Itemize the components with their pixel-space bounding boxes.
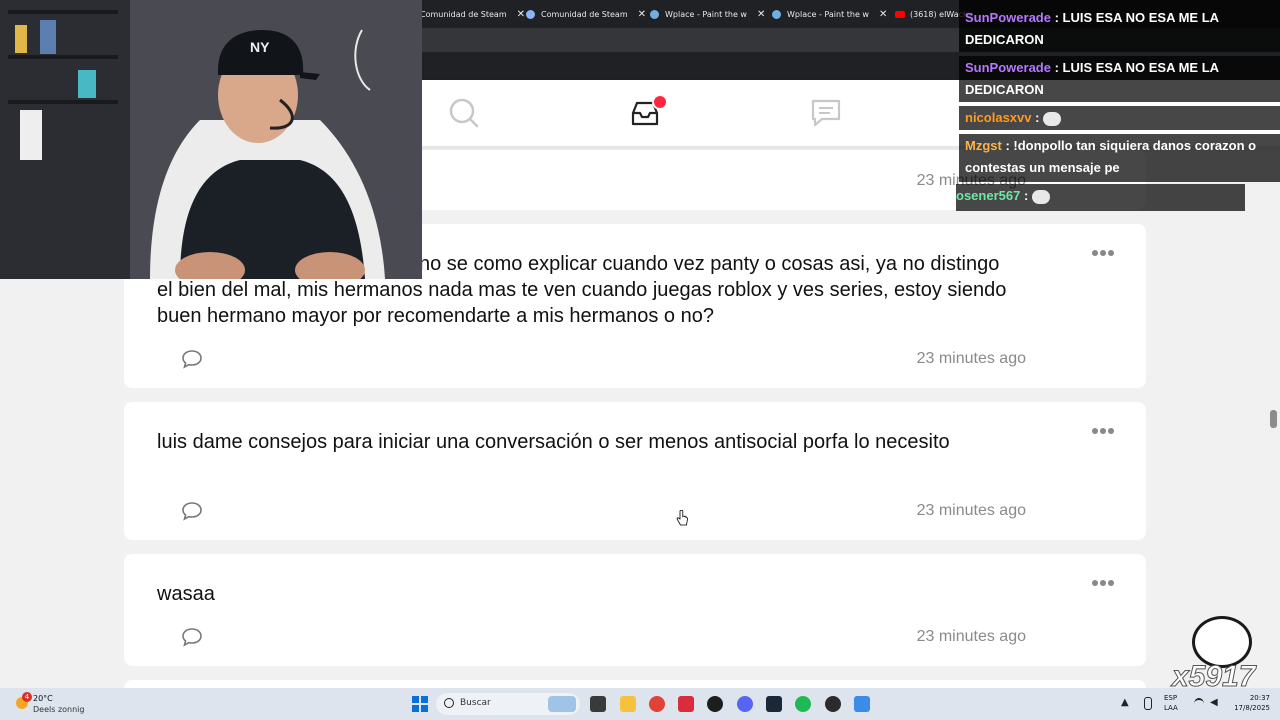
chat-message: osener567 : [950, 185, 1236, 207]
streak-counter-overlay: x5917 [1170, 612, 1280, 694]
question-text: wasaa [157, 583, 215, 605]
globe-icon [772, 9, 781, 19]
webcam-feed-illustration: NY [0, 0, 422, 279]
close-icon[interactable]: ✕ [517, 9, 525, 20]
keyboard-layout: LAA [1164, 704, 1178, 712]
xbox-icon[interactable] [707, 696, 723, 712]
stream-chat-overlay: SunPowerade : LUIS ESA NO ESA ME LA DEDI… [956, 0, 1280, 214]
chrome-icon[interactable] [649, 696, 665, 712]
microphone-icon[interactable] [1144, 697, 1152, 710]
chat-message: Mzgst : !donpollo tan siquiera danos cor… [965, 138, 1257, 175]
chat-text: !donpollo tan siquiera danos corazon o c… [965, 138, 1257, 175]
taskbar: 4 20°C Deels zonnig Buscar ▲ ESP LAA ◀ 2… [0, 688, 1280, 720]
browser-tab-label: Wplace - Paint the w [787, 9, 869, 19]
comment-icon[interactable] [181, 501, 203, 521]
weather-badge: 4 [22, 692, 32, 702]
clock[interactable]: 20:37 17/8/2025 [1228, 693, 1270, 713]
obs-icon[interactable] [825, 696, 841, 712]
chat-username: osener567 [956, 188, 1021, 203]
taskbar-search[interactable]: Buscar [436, 693, 580, 715]
start-icon[interactable] [412, 696, 428, 712]
youtube-icon [895, 10, 905, 18]
browser-tab[interactable]: Comunidad de Steam ✕ [526, 4, 646, 24]
clock-date: 17/8/2025 [1234, 704, 1270, 712]
clock-time: 20:37 [1249, 694, 1270, 702]
question-text: luis dame consejos para iniciar una conv… [157, 431, 950, 453]
question-card: wasaa 23 minutes ago [124, 554, 1146, 666]
chat-username: SunPowerade [965, 60, 1051, 75]
steam-icon [526, 9, 535, 19]
notepad-icon[interactable] [854, 696, 870, 712]
chat-icon[interactable] [810, 97, 842, 129]
timestamp: 23 minutes ago [916, 628, 1026, 645]
language-indicator[interactable]: ESP LAA [1164, 693, 1178, 713]
app-icon[interactable] [678, 696, 694, 712]
task-view-icon[interactable] [590, 696, 606, 712]
chat-username: SunPowerade [965, 10, 1051, 25]
search-icon[interactable] [448, 97, 480, 129]
spotify-icon[interactable] [795, 696, 811, 712]
chat-username: nicolasxvv [965, 110, 1032, 125]
browser-tab[interactable]: Wplace - Paint the w ✕ [650, 4, 765, 24]
browser-tab[interactable]: Wplace - Paint the w ✕ [772, 4, 887, 24]
browser-tab-label: Comunidad de Steam [420, 9, 507, 19]
timestamp: 23 minutes ago [916, 350, 1026, 367]
file-explorer-icon[interactable] [620, 696, 636, 712]
discord-icon[interactable] [737, 696, 753, 712]
webcam-overlay: NY [0, 0, 422, 279]
wifi-icon[interactable] [1194, 698, 1204, 710]
weather-temp: 20°C [33, 694, 53, 703]
steam-icon[interactable] [766, 696, 782, 712]
browser-tab-label: Wplace - Paint the w [665, 9, 747, 19]
chat-message: SunPowerade : LUIS ESA NO ESA ME LA DEDI… [965, 10, 1219, 47]
chat-username: Mzgst [965, 138, 1002, 153]
chevron-up-icon[interactable]: ▲ [1121, 697, 1129, 708]
hand-cursor-icon [676, 510, 688, 526]
scrollbar-thumb[interactable] [1270, 410, 1277, 428]
weather-widget[interactable]: 4 20°C Deels zonnig [12, 692, 102, 716]
emote-icon [1043, 111, 1062, 126]
volume-icon[interactable]: ◀ [1210, 697, 1218, 708]
close-icon[interactable]: ✕ [757, 9, 765, 20]
notification-badge [652, 94, 668, 110]
search-placeholder: Buscar [460, 698, 491, 708]
more-options-icon[interactable] [1092, 578, 1114, 588]
emote-icon [1031, 189, 1050, 204]
chat-message: nicolasxvv : [959, 107, 1265, 129]
search-highlight-image [548, 696, 576, 712]
comment-icon[interactable] [181, 349, 203, 369]
language-code: ESP [1164, 694, 1178, 702]
close-icon[interactable]: ✕ [638, 9, 646, 20]
svg-text:NY: NY [250, 39, 270, 55]
close-icon[interactable]: ✕ [879, 9, 887, 20]
timestamp: 23 minutes ago [916, 502, 1026, 519]
search-icon [444, 698, 454, 708]
browser-tab[interactable]: Comunidad de Steam ✕ [420, 4, 525, 24]
chat-message: SunPowerade : LUIS ESA NO ESA ME LA DEDI… [965, 60, 1219, 97]
more-options-icon[interactable] [1092, 248, 1114, 258]
weather-desc: Deels zonnig [33, 705, 85, 714]
browser-tab-label: Comunidad de Steam [541, 9, 628, 19]
globe-icon [650, 9, 659, 19]
question-card: luis dame consejos para iniciar una conv… [124, 402, 1146, 540]
comment-icon[interactable] [181, 627, 203, 647]
more-options-icon[interactable] [1092, 426, 1114, 436]
